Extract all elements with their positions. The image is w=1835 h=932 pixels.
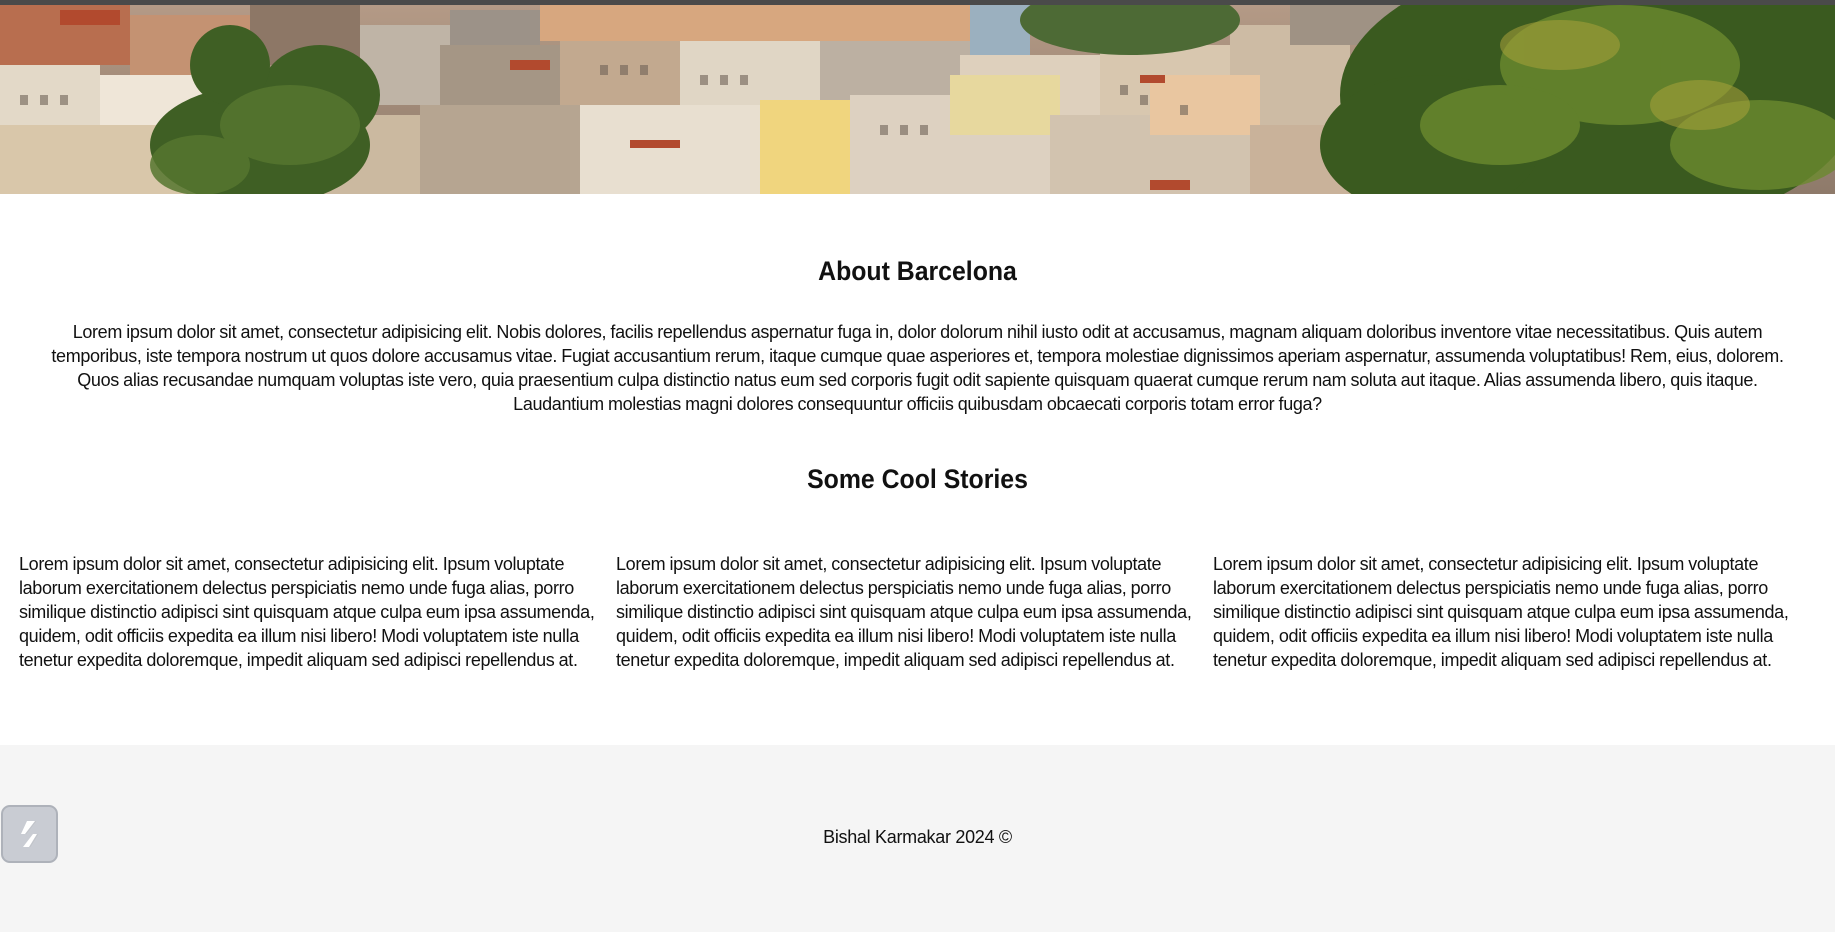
floating-action-button[interactable]: [1, 805, 58, 863]
about-title: About Barcelona: [818, 256, 1017, 286]
hero-image: [0, 5, 1835, 194]
lightning-bolt-icon: [20, 821, 39, 847]
stories-grid: Lorem ipsum dolor sit amet, consectetur …: [19, 552, 1816, 702]
stories-title: Some Cool Stories: [807, 464, 1028, 494]
footer-copyright: Bishal Karmakar 2024 ©: [823, 827, 1012, 847]
story-card: Lorem ipsum dolor sit amet, consectetur …: [19, 554, 595, 670]
footer: Bishal Karmakar 2024 ©: [0, 745, 1835, 932]
story-card: Lorem ipsum dolor sit amet, consectetur …: [616, 554, 1192, 670]
story-card: Lorem ipsum dolor sit amet, consectetur …: [1213, 554, 1789, 670]
about-paragraph: Lorem ipsum dolor sit amet, consectetur …: [51, 322, 1784, 414]
